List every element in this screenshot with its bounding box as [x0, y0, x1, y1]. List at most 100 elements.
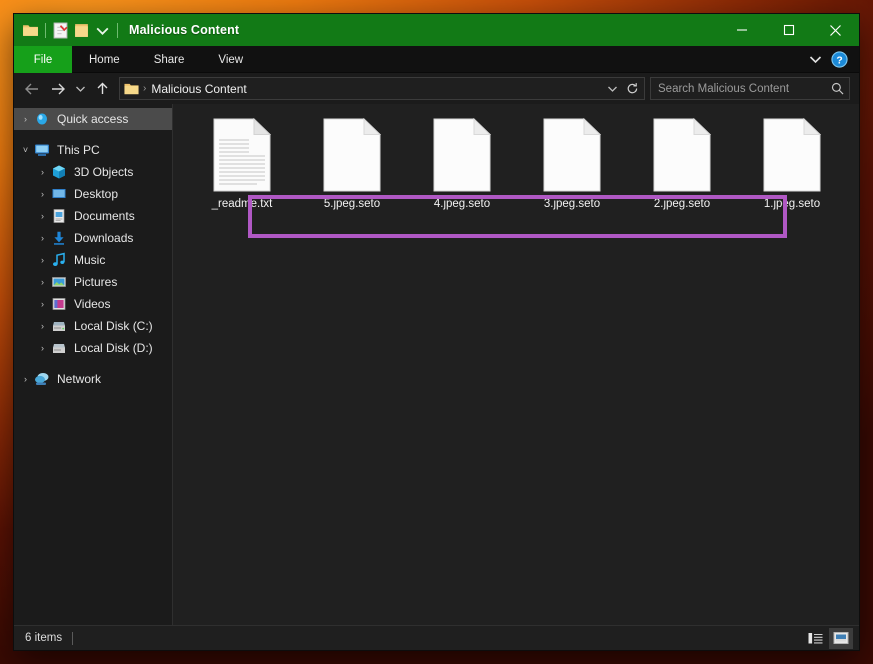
3d-objects-icon	[53, 165, 65, 179]
large-icons-view-icon	[833, 632, 849, 644]
sidebar-item-quick-access[interactable]: › Quick access	[14, 108, 172, 130]
list-item[interactable]: _readme.txt	[187, 116, 297, 224]
sidebar-item-desktop[interactable]: › Desktop	[14, 183, 172, 205]
sidebar-item-music[interactable]: › Music	[14, 249, 172, 271]
expander-chevron-icon[interactable]: ›	[34, 321, 51, 331]
expander-chevron-icon[interactable]: ›	[34, 299, 51, 309]
back-button[interactable]	[19, 76, 45, 102]
this-pc-icon	[35, 144, 49, 156]
sidebar-item-videos[interactable]: › Videos	[14, 293, 172, 315]
expander-chevron-icon[interactable]: ›	[34, 255, 51, 265]
help-icon[interactable]: ?	[831, 50, 848, 68]
sidebar-item-local-disk-d[interactable]: › Local Disk (D:)	[14, 337, 172, 359]
toolbar-separator	[45, 22, 46, 38]
sidebar-item-label: Local Disk (C:)	[74, 319, 153, 333]
breadcrumb[interactable]: Malicious Content	[151, 82, 246, 96]
details-view-button[interactable]	[803, 628, 827, 649]
window-body: › Quick access ˅ This PC › 3D Objects › …	[14, 104, 859, 625]
properties-icon[interactable]	[52, 22, 69, 39]
details-view-icon	[808, 632, 822, 643]
chevron-down-icon[interactable]	[809, 55, 822, 64]
tab-view[interactable]: View	[201, 46, 260, 73]
window-controls[interactable]	[718, 14, 859, 46]
sidebar-item-3d-objects[interactable]: › 3D Objects	[14, 161, 172, 183]
sidebar-item-documents[interactable]: › Documents	[14, 205, 172, 227]
up-button[interactable]	[89, 76, 115, 102]
list-item[interactable]: 4.jpeg.seto	[407, 116, 517, 224]
file-list-pane[interactable]: _readme.txt 5.jpeg.seto 4.jpeg.seto 3.jp…	[173, 104, 859, 625]
sidebar-item-label: Local Disk (D:)	[74, 341, 153, 355]
drive-icon	[53, 344, 65, 353]
tab-file[interactable]: File	[14, 46, 72, 73]
title-bar[interactable]: Malicious Content	[14, 14, 859, 46]
sidebar-item-pictures[interactable]: › Pictures	[14, 271, 172, 293]
videos-icon	[52, 298, 66, 310]
svg-text:?: ?	[836, 55, 842, 66]
expander-chevron-icon[interactable]: ˅	[17, 145, 34, 155]
view-mode-buttons[interactable]	[803, 627, 853, 649]
blank-file-icon	[653, 118, 711, 192]
expander-chevron-icon[interactable]: ›	[34, 343, 51, 353]
search-icon[interactable]	[831, 82, 844, 95]
desktop-icon	[52, 189, 66, 198]
file-name: 2.jpeg.seto	[653, 198, 711, 210]
blank-file-icon	[543, 118, 601, 192]
list-item[interactable]: 1.jpeg.seto	[737, 116, 847, 224]
blank-file-icon	[433, 118, 491, 192]
tab-share[interactable]: Share	[137, 46, 202, 73]
folder-icon[interactable]	[22, 22, 39, 39]
close-button[interactable]	[812, 14, 859, 46]
search-input[interactable]: Search Malicious Content	[658, 83, 831, 95]
navigation-pane[interactable]: › Quick access ˅ This PC › 3D Objects › …	[14, 104, 173, 625]
ribbon-tabs[interactable]: File Home Share View ?	[14, 46, 859, 73]
tab-home[interactable]: Home	[72, 46, 137, 73]
refresh-button[interactable]	[623, 76, 641, 102]
sidebar-item-downloads[interactable]: › Downloads	[14, 227, 172, 249]
status-separator	[72, 631, 74, 645]
forward-button[interactable]	[45, 76, 71, 102]
address-bar[interactable]: › Malicious Content Search Malicious Con…	[14, 73, 859, 104]
expander-chevron-icon[interactable]: ›	[34, 189, 51, 199]
blank-file-icon	[763, 118, 821, 192]
expander-chevron-icon[interactable]: ›	[34, 211, 51, 221]
expander-chevron-icon[interactable]: ›	[34, 233, 51, 243]
expander-chevron-icon[interactable]: ›	[17, 374, 34, 384]
network-icon	[35, 373, 49, 385]
minimize-icon	[736, 29, 747, 31]
maximize-button[interactable]	[765, 14, 812, 46]
expander-chevron-icon[interactable]: ›	[34, 167, 51, 177]
folder-icon	[124, 83, 139, 94]
up-arrow-icon	[97, 82, 107, 94]
blank-file-icon	[323, 118, 381, 192]
refresh-icon	[627, 83, 637, 94]
ribbon-right-controls[interactable]: ?	[809, 46, 859, 72]
file-grid: _readme.txt 5.jpeg.seto 4.jpeg.seto 3.jp…	[173, 104, 859, 224]
forward-arrow-icon	[52, 83, 65, 94]
search-box[interactable]: Search Malicious Content	[650, 77, 850, 100]
recent-locations-chevron-icon	[75, 86, 85, 92]
list-item[interactable]: 3.jpeg.seto	[517, 116, 627, 224]
list-item[interactable]: 2.jpeg.seto	[627, 116, 737, 224]
status-bar: 6 items	[14, 625, 859, 650]
sidebar-item-this-pc[interactable]: ˅ This PC	[14, 139, 172, 161]
sidebar-item-label: Desktop	[74, 187, 119, 201]
sidebar-item-label: Downloads	[74, 231, 134, 245]
list-item[interactable]: 5.jpeg.seto	[297, 116, 407, 224]
recent-locations-button[interactable]	[71, 76, 89, 102]
file-name: _readme.txt	[211, 198, 273, 210]
expander-chevron-icon[interactable]: ›	[34, 277, 51, 287]
new-folder-icon[interactable]	[73, 22, 90, 39]
breadcrumb-bar[interactable]: › Malicious Content	[119, 77, 645, 100]
breadcrumb-controls[interactable]	[603, 76, 642, 102]
address-dropdown-button[interactable]	[603, 76, 621, 102]
documents-icon	[53, 209, 65, 223]
sidebar-item-network[interactable]: › Network	[14, 368, 172, 390]
sidebar-item-local-disk-c[interactable]: › Local Disk (C:)	[14, 315, 172, 337]
expander-chevron-icon[interactable]: ›	[17, 114, 34, 124]
customize-chevron-icon[interactable]	[94, 22, 111, 39]
quick-access-toolbar[interactable]	[14, 22, 120, 39]
minimize-button[interactable]	[718, 14, 765, 46]
file-name: 3.jpeg.seto	[543, 198, 601, 210]
large-icons-view-button[interactable]	[829, 627, 853, 649]
sidebar-item-label: Pictures	[74, 275, 118, 289]
